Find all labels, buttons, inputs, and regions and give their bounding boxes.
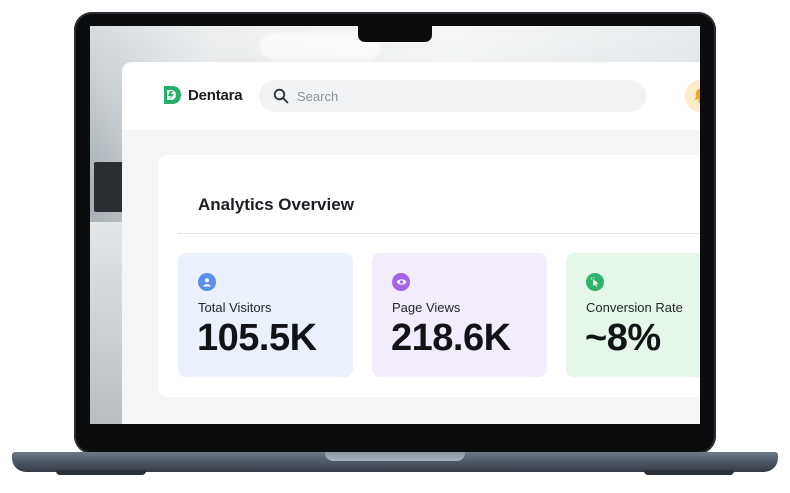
stat-label: Conversion Rate <box>586 300 683 315</box>
stat-value: ~8% <box>585 317 661 359</box>
stat-value: 218.6K <box>391 317 511 359</box>
top-bar: Dentara <box>122 62 700 130</box>
stat-value: 105.5K <box>197 317 317 359</box>
eye-icon <box>392 273 410 291</box>
cursor-click-icon <box>586 273 604 291</box>
search-input[interactable] <box>297 80 627 112</box>
stat-label: Page Views <box>392 300 461 315</box>
divider <box>178 233 700 234</box>
dentara-logo-icon <box>164 86 181 104</box>
laptop-screen: Dentara Analytics Overview <box>90 26 700 424</box>
stat-card-conversion-rate[interactable]: Conversion Rate ~8% <box>566 253 700 377</box>
analytics-card: Analytics Overview Total Visitors 105.5K <box>158 155 700 397</box>
bell-icon <box>694 89 700 104</box>
stat-card-page-views[interactable]: Page Views 218.6K <box>372 253 547 377</box>
laptop-foot-right <box>644 470 734 475</box>
stat-label: Total Visitors <box>198 300 272 315</box>
laptop-foot-left <box>56 470 146 475</box>
app-window: Dentara Analytics Overview <box>122 62 700 424</box>
user-icon <box>198 273 216 291</box>
brand-name: Dentara <box>188 86 243 104</box>
laptop-opening-notch <box>325 452 465 461</box>
card-title: Analytics Overview <box>198 195 354 214</box>
search-icon <box>273 88 289 104</box>
notifications-button[interactable] <box>685 80 700 112</box>
camera-notch <box>358 26 432 42</box>
search-bar[interactable] <box>259 80 646 112</box>
brand-logo[interactable]: Dentara <box>160 84 243 106</box>
stat-card-total-visitors[interactable]: Total Visitors 105.5K <box>178 253 353 377</box>
